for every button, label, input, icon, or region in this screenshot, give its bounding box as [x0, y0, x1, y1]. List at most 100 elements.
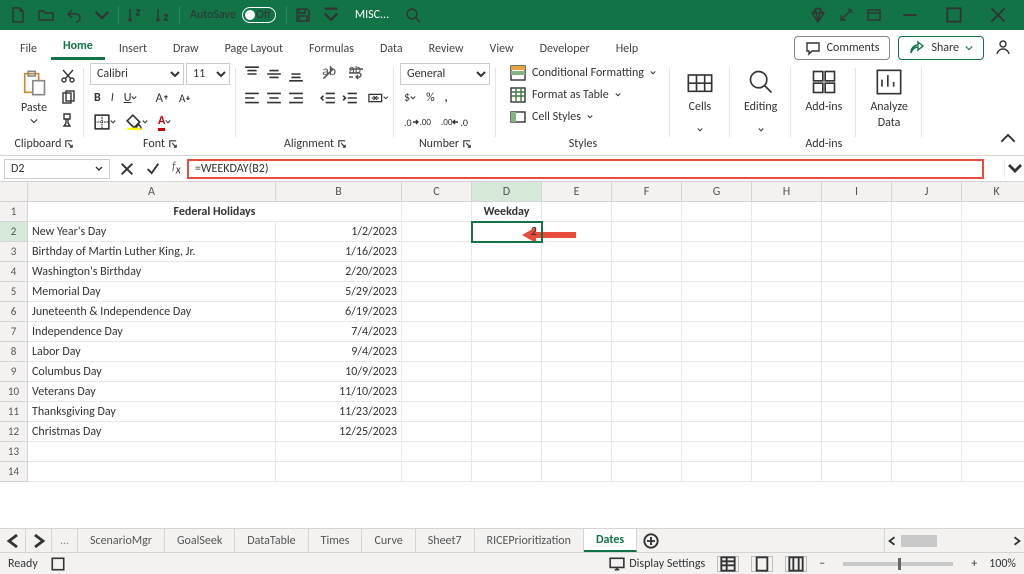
- sheet-tab-riceprioritization[interactable]: RICEPrioritization: [475, 529, 584, 552]
- cell-A2[interactable]: New Year's Day: [28, 222, 276, 242]
- qat-customize[interactable]: [317, 1, 345, 29]
- cell-F2[interactable]: [612, 222, 682, 242]
- sheet-nav-more[interactable]: …: [52, 529, 78, 552]
- ribbon-display-icon[interactable]: [860, 1, 888, 29]
- paste-button[interactable]: Paste: [10, 62, 58, 130]
- cell-H11[interactable]: [752, 402, 822, 422]
- align-top-icon[interactable]: [242, 64, 262, 84]
- cell-E12[interactable]: [542, 422, 612, 442]
- horizontal-scrollbar[interactable]: [884, 529, 1024, 552]
- sheet-tab-datatable[interactable]: DataTable: [235, 529, 308, 552]
- cell-E5[interactable]: [542, 282, 612, 302]
- cell-I7[interactable]: [822, 322, 892, 342]
- cell-I1[interactable]: [822, 202, 892, 222]
- cell-D13[interactable]: [472, 442, 542, 462]
- name-box[interactable]: D2: [4, 159, 110, 179]
- sheet-tab-scenariomgr[interactable]: ScenarioMgr: [78, 529, 165, 552]
- row-header[interactable]: 12: [0, 422, 28, 442]
- diamond-icon[interactable]: [804, 1, 832, 29]
- column-header-C[interactable]: C: [402, 182, 472, 201]
- select-all-corner[interactable]: [0, 182, 28, 201]
- conditional-formatting-button[interactable]: Conditional Formatting: [502, 62, 664, 84]
- cell-C6[interactable]: [402, 302, 472, 322]
- cell-B12[interactable]: 12/25/2023: [276, 422, 402, 442]
- cell-K3[interactable]: [962, 242, 1024, 262]
- sheet-tab-times[interactable]: Times: [309, 529, 363, 552]
- cell-I4[interactable]: [822, 262, 892, 282]
- cell-F12[interactable]: [612, 422, 682, 442]
- cell-H7[interactable]: [752, 322, 822, 342]
- cell-G10[interactable]: [682, 382, 752, 402]
- zoom-in-button[interactable]: +: [971, 557, 977, 571]
- cell-J5[interactable]: [892, 282, 962, 302]
- row-header[interactable]: 1: [0, 202, 28, 222]
- align-bottom-icon[interactable]: [286, 64, 306, 84]
- cell-E7[interactable]: [542, 322, 612, 342]
- cell-J9[interactable]: [892, 362, 962, 382]
- cells-button[interactable]: Cells: [676, 62, 724, 148]
- undo-icon[interactable]: [60, 1, 88, 29]
- tips-icon[interactable]: [832, 1, 860, 29]
- cell-E13[interactable]: [542, 442, 612, 462]
- normal-view-icon[interactable]: [717, 556, 739, 572]
- cell-C12[interactable]: [402, 422, 472, 442]
- cell-K1[interactable]: [962, 202, 1024, 222]
- enter-formula-icon[interactable]: [140, 161, 166, 177]
- collapse-ribbon-icon[interactable]: [1000, 131, 1016, 151]
- minimize-button[interactable]: [888, 0, 932, 30]
- cell-F10[interactable]: [612, 382, 682, 402]
- cell-C7[interactable]: [402, 322, 472, 342]
- number-format-select[interactable]: General: [400, 63, 490, 85]
- cell-C10[interactable]: [402, 382, 472, 402]
- page-break-view-icon[interactable]: [785, 556, 807, 572]
- cell-I12[interactable]: [822, 422, 892, 442]
- cell-C13[interactable]: [402, 442, 472, 462]
- cell-F8[interactable]: [612, 342, 682, 362]
- share-button[interactable]: Share: [898, 36, 984, 60]
- maximize-button[interactable]: [932, 0, 976, 30]
- tab-insert[interactable]: Insert: [107, 36, 159, 60]
- row-header[interactable]: 9: [0, 362, 28, 382]
- cell-D7[interactable]: [472, 322, 542, 342]
- cell-D5[interactable]: [472, 282, 542, 302]
- cell-G1[interactable]: [682, 202, 752, 222]
- cell-K14[interactable]: [962, 462, 1024, 482]
- cell-A3[interactable]: Birthday of Martin Luther King, Jr.: [28, 242, 276, 262]
- cell-G11[interactable]: [682, 402, 752, 422]
- row-header[interactable]: 7: [0, 322, 28, 342]
- cell-F13[interactable]: [612, 442, 682, 462]
- cell-J12[interactable]: [892, 422, 962, 442]
- sheet-nav-prev[interactable]: [0, 529, 26, 552]
- cell-E3[interactable]: [542, 242, 612, 262]
- cell-D11[interactable]: [472, 402, 542, 422]
- cell-J7[interactable]: [892, 322, 962, 342]
- sheet-tab-goalseek[interactable]: GoalSeek: [165, 529, 235, 552]
- cell-E11[interactable]: [542, 402, 612, 422]
- column-header-D[interactable]: D: [472, 182, 542, 201]
- tab-formulas[interactable]: Formulas: [297, 36, 366, 60]
- cell-C3[interactable]: [402, 242, 472, 262]
- font-color-button[interactable]: A: [154, 112, 175, 133]
- cell-J14[interactable]: [892, 462, 962, 482]
- sort-az-icon[interactable]: [121, 1, 149, 29]
- cell-D9[interactable]: [472, 362, 542, 382]
- borders-button[interactable]: [90, 112, 120, 132]
- cell-K12[interactable]: [962, 422, 1024, 442]
- cell-C4[interactable]: [402, 262, 472, 282]
- cell-B4[interactable]: 2/20/2023: [276, 262, 402, 282]
- cell-I10[interactable]: [822, 382, 892, 402]
- cell-H12[interactable]: [752, 422, 822, 442]
- cell-A13[interactable]: [28, 442, 276, 462]
- tab-home[interactable]: Home: [51, 33, 105, 60]
- cell-J4[interactable]: [892, 262, 962, 282]
- cell-G12[interactable]: [682, 422, 752, 442]
- editing-button[interactable]: Editing: [736, 62, 785, 148]
- addins-button[interactable]: Add-ins: [797, 62, 850, 118]
- cell-E14[interactable]: [542, 462, 612, 482]
- cell-J6[interactable]: [892, 302, 962, 322]
- cell-A12[interactable]: Christmas Day: [28, 422, 276, 442]
- cell-H3[interactable]: [752, 242, 822, 262]
- cell-K4[interactable]: [962, 262, 1024, 282]
- column-header-E[interactable]: E: [542, 182, 612, 201]
- cell-B10[interactable]: 11/10/2023: [276, 382, 402, 402]
